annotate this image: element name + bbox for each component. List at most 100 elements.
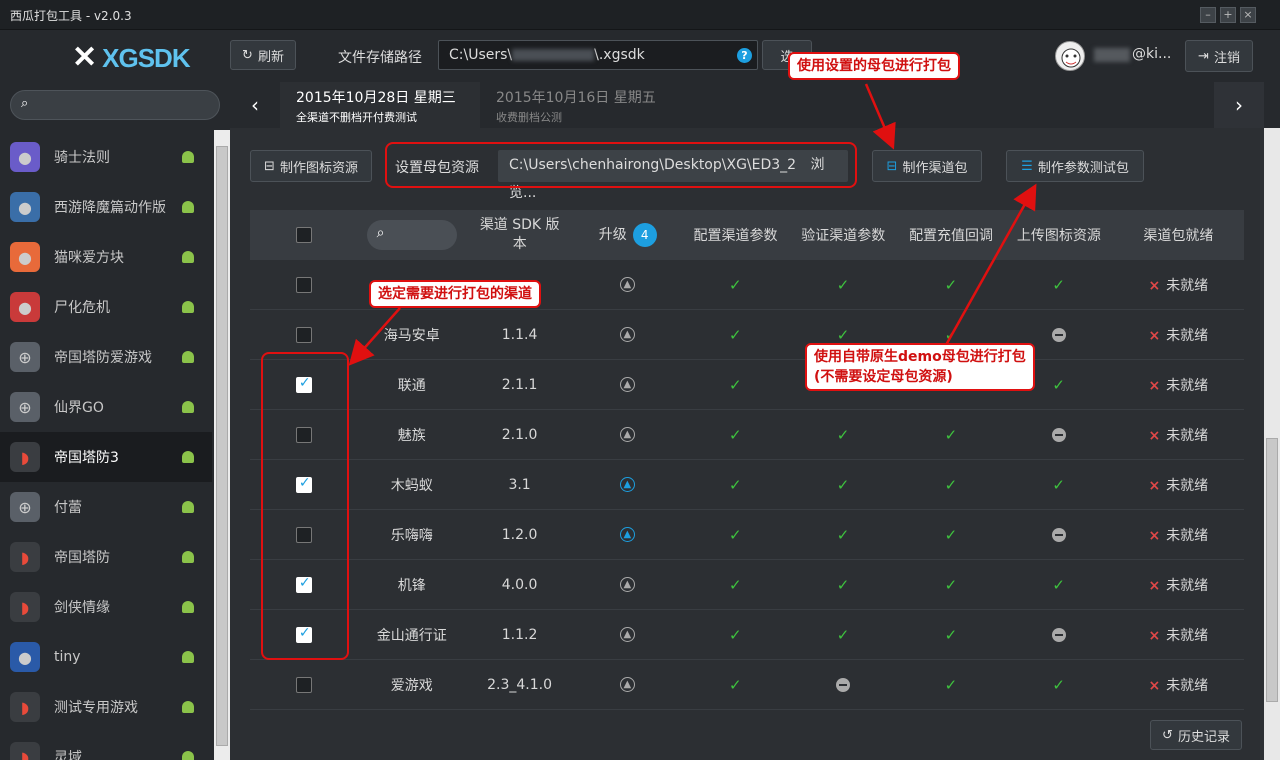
date-bar: ‹ 2015年10月28日 星期三 全渠道不删档开付费测试 2015年10月16…	[230, 82, 1280, 128]
table-row[interactable]: 金山通行证 1.1.2 ▲ ✓ ✓ ✓ × 未就绪	[250, 610, 1244, 660]
blurred-user-id	[1094, 48, 1130, 62]
upgrade-icon[interactable]: ▲	[619, 277, 635, 292]
android-icon	[182, 551, 194, 563]
channel-name: 魅族	[397, 427, 426, 444]
android-icon	[182, 601, 194, 613]
close-button[interactable]: ×	[1240, 7, 1256, 23]
refresh-button[interactable]: ↻ 刷新	[230, 40, 296, 70]
main-scroll-thumb[interactable]	[1266, 438, 1278, 702]
sidebar-game-item[interactable]: ◗ 帝国塔防	[0, 532, 212, 582]
upgrade-icon[interactable]: ▲	[619, 477, 635, 492]
sidebar-game-item[interactable]: ◗ 剑侠情缘	[0, 582, 212, 632]
table-row[interactable]: 木蚂蚁 3.1 ▲ ✓ ✓ ✓ ✓ × 未就绪	[250, 460, 1244, 510]
upgrade-icon[interactable]: ▲	[619, 377, 635, 392]
android-icon	[182, 301, 194, 313]
upgrade-icon[interactable]: ▲	[619, 427, 635, 442]
game-search-input[interactable]: ⌕	[10, 90, 220, 120]
table-row[interactable]: 机锋 4.0.0 ▲ ✓ ✓ ✓ ✓ × 未就绪	[250, 560, 1244, 610]
sidebar-scrollbar[interactable]	[214, 130, 230, 760]
help-icon[interactable]: ?	[737, 48, 752, 63]
sidebar-game-item[interactable]: ● 猫咪爱方块	[0, 232, 212, 282]
sidebar-game-item[interactable]: ● 尸化危机	[0, 282, 212, 332]
sidebar-game-item[interactable]: ● 骑士法则	[0, 132, 212, 182]
minimize-button[interactable]: –	[1200, 7, 1216, 23]
sidebar-game-item[interactable]: ● tiny	[0, 632, 212, 682]
minus-icon	[1051, 427, 1066, 442]
game-name: 骑士法则	[54, 150, 110, 166]
history-button[interactable]: ↺ 历史记录	[1150, 720, 1242, 750]
sidebar-game-item[interactable]: ◗ 测试专用游戏	[0, 682, 212, 732]
ready-status: 未就绪	[1166, 377, 1209, 394]
logout-button[interactable]: ⇥ 注销	[1185, 40, 1253, 72]
game-name: 剑侠情缘	[54, 600, 110, 616]
upgrade-icon[interactable]: ▲	[619, 627, 635, 642]
upgrade-icon[interactable]: ▲	[619, 577, 635, 592]
make-channel-button[interactable]: ⊟ 制作渠道包	[872, 150, 982, 182]
error-icon: ×	[1148, 277, 1161, 294]
storage-path-input[interactable]: C:\Users\ \.xgsdk ?	[438, 40, 758, 70]
error-icon: ×	[1148, 677, 1161, 694]
upgrade-icon[interactable]: ▲	[619, 327, 635, 342]
date-tab-desc: 收费删档公测	[496, 111, 562, 124]
make-icon-button[interactable]: ⊟ 制作图标资源	[250, 150, 372, 182]
gamepad-icon: ⊕	[10, 492, 40, 522]
ready-status: 未就绪	[1166, 427, 1209, 444]
android-icon	[182, 251, 194, 263]
game-name: 猫咪爱方块	[54, 250, 124, 266]
channel-name: 海马安卓	[383, 327, 440, 344]
table-row[interactable]: 联通 2.1.1 ▲ ✓ ✓ × 未就绪	[250, 360, 1244, 410]
logout-icon: ⇥	[1198, 48, 1209, 64]
chevron-left-icon: ‹	[251, 93, 259, 117]
avatar[interactable]	[1055, 41, 1085, 71]
maximize-button[interactable]: +	[1220, 7, 1236, 23]
prev-date-button[interactable]: ‹	[230, 82, 280, 128]
check-icon: ✓	[1052, 375, 1065, 394]
user-name: @ki...	[1132, 46, 1172, 62]
channel-checkbox[interactable]	[295, 276, 312, 293]
ready-status: 未就绪	[1166, 677, 1209, 694]
table-row[interactable]: 乐嗨嗨 1.2.0 ▲ ✓ ✓ ✓ × 未就绪	[250, 510, 1244, 560]
col-upgrade[interactable]: 升级 4	[574, 223, 682, 247]
table-row[interactable]: 海马安卓 1.1.4 ▲ ✓ ✓ ✓ × 未就绪	[250, 310, 1244, 360]
date-tab-active[interactable]: 2015年10月28日 星期三 全渠道不删档开付费测试	[280, 82, 480, 128]
tiny-game-icon: ●	[10, 642, 40, 672]
upgrade-icon[interactable]: ▲	[619, 527, 635, 542]
sidebar-game-item[interactable]: ◗ 帝国塔防3	[0, 432, 212, 482]
check-icon: ✓	[944, 325, 958, 344]
sidebar-scroll-thumb[interactable]	[216, 146, 228, 746]
error-icon: ×	[1148, 427, 1161, 444]
ready-status: 未就绪	[1166, 277, 1209, 294]
check-icon: ✓	[944, 625, 958, 644]
channel-name: 木蚂蚁	[390, 477, 433, 494]
select-all-checkbox[interactable]	[295, 227, 312, 243]
channel-checkbox[interactable]	[295, 326, 312, 343]
sidebar-game-item[interactable]: ● 西游降魔篇动作版	[0, 182, 212, 232]
check-icon: ✓	[1052, 575, 1065, 594]
main-scrollbar[interactable]	[1264, 128, 1280, 760]
next-date-button[interactable]: ›	[1214, 82, 1264, 128]
sidebar-game-item[interactable]: ⊕ 帝国塔防爱游戏	[0, 332, 212, 382]
android-icon	[182, 651, 194, 663]
table-row[interactable]: 爱游戏 2.3_4.1.0 ▲ ✓ ✓ ✓ × 未就绪	[250, 660, 1244, 710]
check-icon: ✓	[728, 625, 742, 644]
make-test-button[interactable]: ☰ 制作参数测试包	[1006, 150, 1144, 182]
sidebar-game-item[interactable]: ⊕ 仙界GO	[0, 382, 212, 432]
table-body: ▲✓✓✓✓×未就绪海马安卓1.1.4▲✓✓✓×未就绪联通2.1.1▲✓✓×未就绪…	[250, 260, 1244, 710]
check-icon: ✓	[728, 475, 742, 494]
channel-checkbox[interactable]	[295, 676, 312, 693]
gamepad-icon: ⊕	[10, 342, 40, 372]
col-verify: 验证渠道参数	[801, 228, 886, 244]
check-icon: ✓	[944, 275, 958, 294]
date-tab[interactable]: 2015年10月16日 星期五 收费删档公测	[480, 82, 680, 128]
sidebar-game-item[interactable]: ◗ 灵域	[0, 732, 212, 760]
upgrade-icon[interactable]: ▲	[619, 677, 635, 692]
search-icon: ⌕	[376, 225, 385, 241]
channel-search-input[interactable]: ⌕	[366, 220, 457, 250]
android-icon	[182, 201, 194, 213]
table-row[interactable]: 魅族 2.1.0 ▲ ✓ ✓ ✓ × 未就绪	[250, 410, 1244, 460]
check-icon: ✓	[728, 675, 742, 694]
ready-status: 未就绪	[1166, 477, 1209, 494]
sidebar-game-item[interactable]: ⊕ 付蕾	[0, 482, 212, 532]
xgsdk-logo: ✕ XGSDK	[72, 41, 191, 74]
check-icon: ✓	[944, 575, 958, 594]
